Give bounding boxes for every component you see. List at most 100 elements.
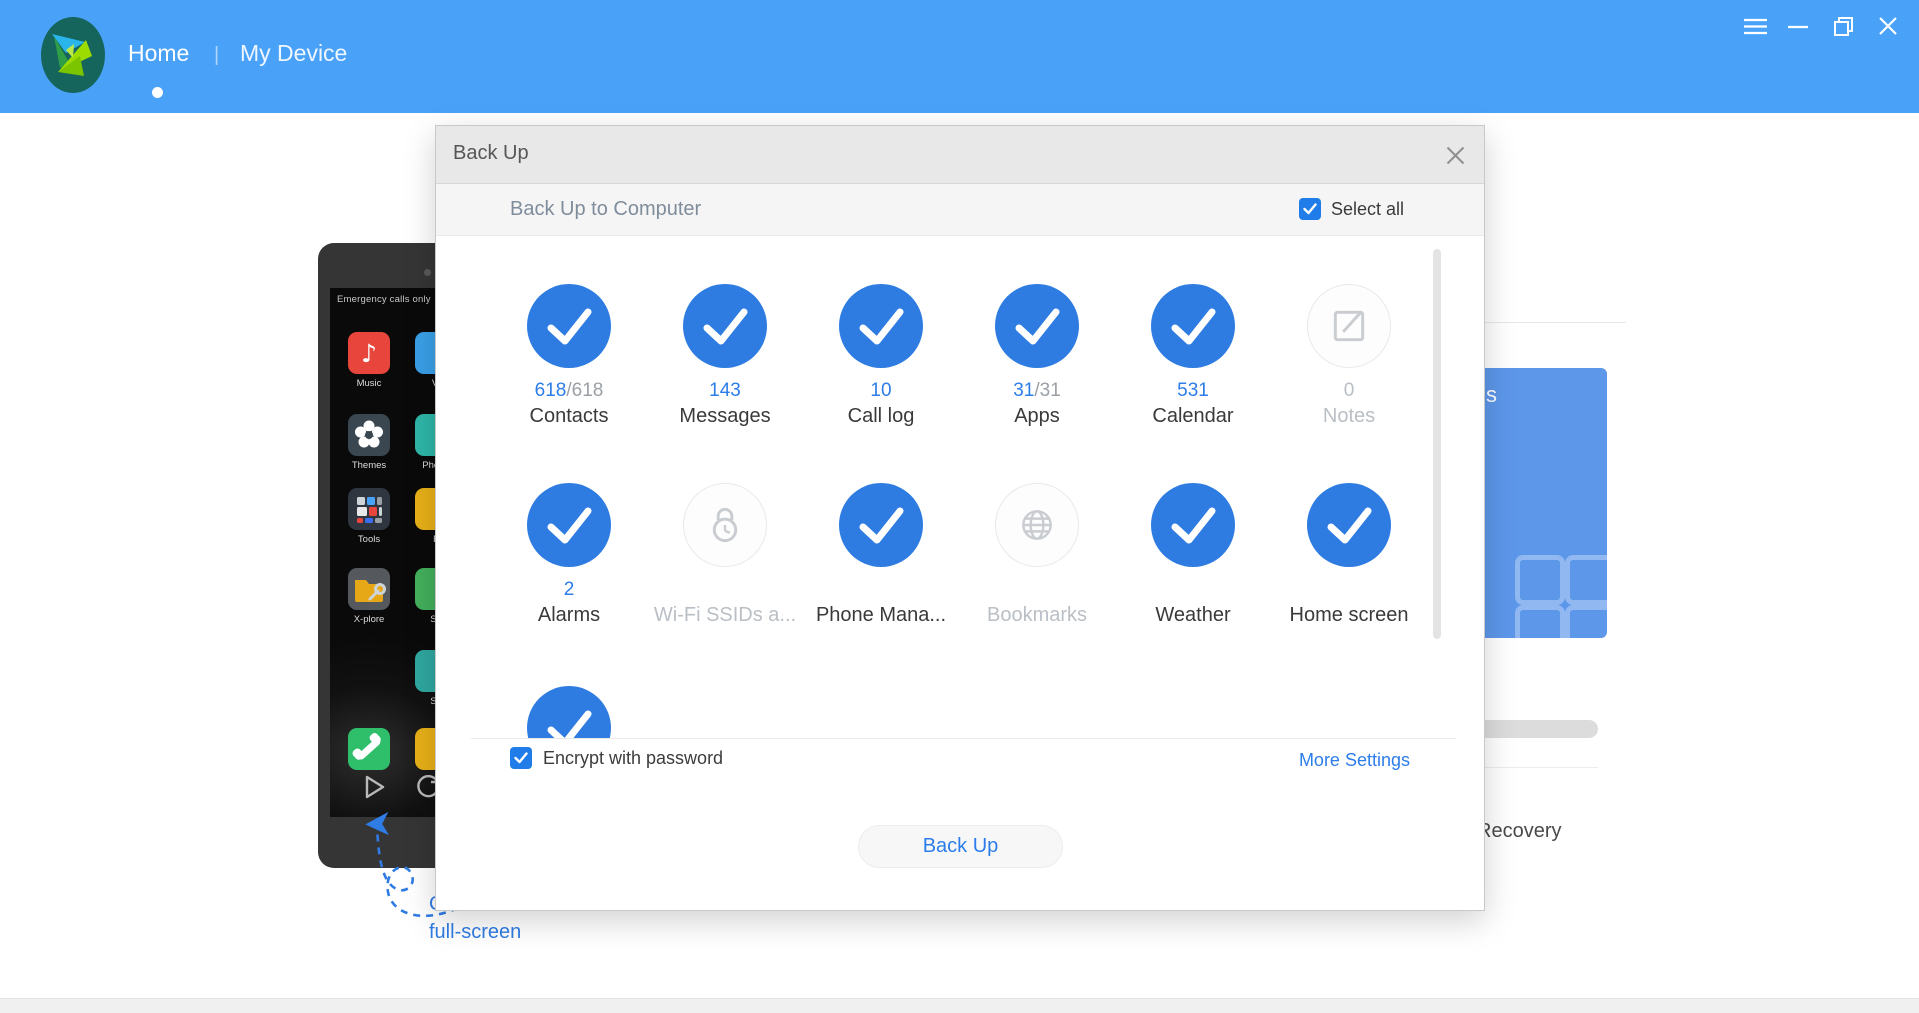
more-settings-link[interactable]: More Settings (1299, 750, 1410, 771)
backup-item-apps[interactable]: 31/31 Apps (959, 284, 1115, 428)
backup-item-contacts[interactable]: 618/618 Contacts (491, 284, 647, 428)
tab-my-device[interactable]: My Device (240, 38, 347, 68)
item-label: Home screen (1271, 604, 1427, 627)
phone-app-label: Tools (334, 534, 404, 545)
select-all-label: Select all (1331, 199, 1404, 220)
app-logo-icon (40, 16, 106, 94)
minimize-button[interactable] (1785, 14, 1811, 38)
background-separator (1466, 767, 1598, 768)
restore-button[interactable] (1830, 14, 1856, 38)
backup-item-bookmarks[interactable]: Bookmarks (959, 483, 1115, 627)
scrollbar-thumb[interactable] (1433, 249, 1441, 639)
phone-app-icon-tools[interactable] (348, 488, 390, 530)
apps-card-title-fragment: s (1486, 382, 1497, 408)
check-icon (839, 284, 923, 368)
item-label: Wi-Fi SSIDs a... (647, 604, 803, 627)
item-label: Alarms (491, 604, 647, 627)
background-separator (1466, 322, 1626, 323)
svg-text:♪: ♪ (361, 339, 377, 368)
tab-separator: | (214, 40, 219, 70)
item-count: 31/31 (959, 380, 1115, 402)
phone-app-label: Music (334, 378, 404, 389)
item-count (1115, 579, 1271, 601)
globe-icon (995, 483, 1079, 567)
check-icon (683, 284, 767, 368)
item-count (1271, 579, 1427, 601)
hamburger-icon (1744, 18, 1767, 35)
check-icon (995, 284, 1079, 368)
fullscreen-hint-line2: full-screen (429, 921, 521, 944)
close-window-button[interactable] (1875, 14, 1901, 38)
encrypt-checkbox[interactable]: Encrypt with password (510, 747, 723, 769)
item-count: 0 (1271, 380, 1427, 402)
item-label: Contacts (491, 405, 647, 428)
app-grid-glyph (1515, 555, 1565, 605)
check-icon (527, 284, 611, 368)
item-label: Phone Mana... (803, 604, 959, 627)
item-count: 143 (647, 380, 803, 402)
phone-app-label: X-plore (334, 614, 404, 625)
menu-button[interactable] (1742, 14, 1768, 38)
dialog-subtitle: Back Up to Computer (510, 198, 701, 221)
backup-button[interactable]: Back Up (858, 825, 1063, 868)
restore-icon (1834, 17, 1853, 36)
dialog-titlebar: Back Up (436, 126, 1484, 184)
item-label: Calendar (1115, 405, 1271, 428)
backup-item-partial[interactable] (491, 686, 647, 738)
close-icon (1879, 17, 1897, 35)
backup-item-messages[interactable]: 143 Messages (647, 284, 803, 428)
item-count (959, 579, 1115, 601)
checkbox-checked-icon (510, 747, 532, 769)
item-count: 531 (1115, 380, 1271, 402)
item-count: 618/618 (491, 380, 647, 402)
tab-home[interactable]: Home (128, 38, 189, 68)
phone-status-text: Emergency calls only (337, 294, 431, 305)
phone-app-icon[interactable] (348, 728, 390, 770)
backup-item-calendar[interactable]: 531 Calendar (1115, 284, 1271, 428)
select-all-checkbox[interactable]: Select all (1299, 198, 1404, 220)
phone-camera-dot (424, 269, 431, 276)
dialog-divider (471, 738, 1456, 739)
app-header: Home | My Device (0, 0, 1919, 113)
phone-app-label: Themes (334, 460, 404, 471)
item-label: Messages (647, 405, 803, 428)
app-window: Home | My Device Emergency calls only ♪ M… (0, 0, 1919, 1013)
backup-item-phone-mana[interactable]: Phone Mana... (803, 483, 959, 627)
checkbox-checked-icon (1299, 198, 1321, 220)
check-icon (839, 483, 923, 567)
item-count (647, 579, 803, 601)
item-count: 2 (491, 579, 647, 601)
lock-icon (683, 483, 767, 567)
phone-app-icon-music[interactable]: ♪ (348, 332, 390, 374)
check-icon (527, 686, 611, 738)
backup-dialog: Back Up Back Up to Computer Select all 6… (435, 125, 1485, 911)
item-count (803, 579, 959, 601)
check-icon (1151, 284, 1235, 368)
close-icon (1446, 146, 1465, 165)
backup-item-call-log[interactable]: 10Call log (803, 284, 959, 428)
minimize-icon (1788, 18, 1808, 35)
check-icon (1151, 483, 1235, 567)
backup-item-weather[interactable]: Weather (1115, 483, 1271, 627)
dialog-title: Back Up (453, 142, 529, 165)
backup-item-home-screen[interactable]: Home screen (1271, 483, 1427, 627)
item-label: Notes (1271, 405, 1427, 428)
phone-app-icon-x-plore[interactable] (348, 568, 390, 610)
app-grid-glyph (1565, 555, 1607, 605)
item-label: Apps (959, 405, 1115, 428)
backup-item-notes[interactable]: 0 Notes (1271, 284, 1427, 428)
backup-item-alarms[interactable]: 2 Alarms (491, 483, 647, 627)
backup-item-wi-fi-ssids-a[interactable]: Wi-Fi SSIDs a... (647, 483, 803, 627)
compose-icon (1307, 284, 1391, 368)
dialog-close-button[interactable] (1441, 141, 1469, 169)
item-count: 10 (803, 380, 959, 402)
phone-app-icon-themes[interactable] (348, 414, 390, 456)
check-icon (1307, 483, 1391, 567)
active-tab-indicator-dot (152, 87, 163, 98)
item-label: Weather (1115, 604, 1271, 627)
item-label: Bookmarks (959, 604, 1115, 627)
dialog-subheader: Back Up to Computer Select all (436, 184, 1484, 236)
recovery-feature-label[interactable]: Recovery (1477, 820, 1561, 843)
app-grid-glyph (1565, 605, 1607, 638)
check-icon (527, 483, 611, 567)
